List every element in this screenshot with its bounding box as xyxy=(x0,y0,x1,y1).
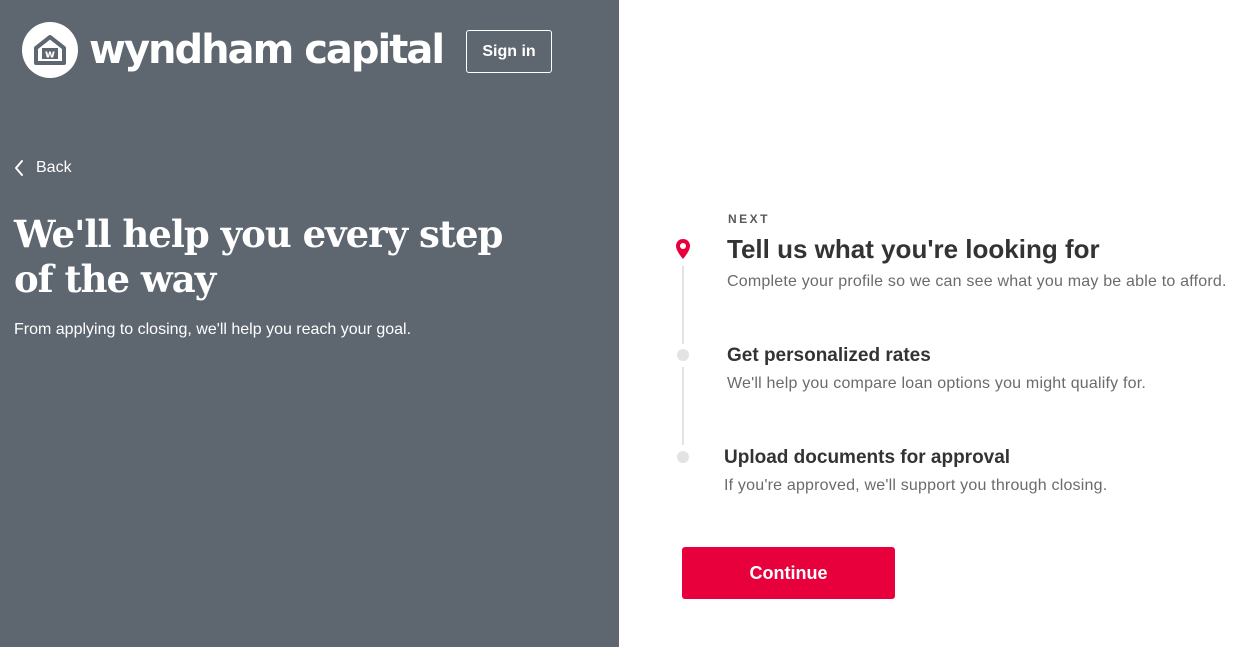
step-1-title: Tell us what you're looking for xyxy=(727,234,1100,264)
step-2-title: Get personalized rates xyxy=(727,345,931,366)
sign-in-button[interactable]: Sign in xyxy=(466,30,552,73)
brand-logo[interactable]: w wyndham capital xyxy=(22,22,445,78)
step-connector-line xyxy=(682,367,684,445)
back-label: Back xyxy=(36,159,72,176)
brand-wordmark: wyndham capital xyxy=(89,27,445,73)
chevron-left-icon xyxy=(14,159,24,177)
house-logo-icon: w xyxy=(22,22,78,78)
step-3-title: Upload documents for approval xyxy=(724,447,1011,468)
step-2-description: We'll help you compare loan options you … xyxy=(727,375,1147,392)
page-subheadline: From applying to closing, we'll help you… xyxy=(14,321,412,338)
next-step-label: NEXT xyxy=(728,212,771,226)
step-3-description: If you're approved, we'll support you th… xyxy=(724,477,1108,494)
step-connector-line xyxy=(682,266,684,344)
step-3-marker xyxy=(677,451,689,463)
page-headline: We'll help you every step of the way xyxy=(14,212,503,301)
step-2-marker xyxy=(677,349,689,361)
step-1-description: Complete your profile so we can see what… xyxy=(727,273,1227,290)
continue-button[interactable]: Continue xyxy=(682,547,895,599)
location-pin-icon xyxy=(675,238,691,265)
back-link[interactable]: Back xyxy=(14,159,72,177)
logo-badge-letter: w xyxy=(45,48,55,61)
left-panel: w wyndham capital Sign in Back We'll hel… xyxy=(0,0,619,647)
